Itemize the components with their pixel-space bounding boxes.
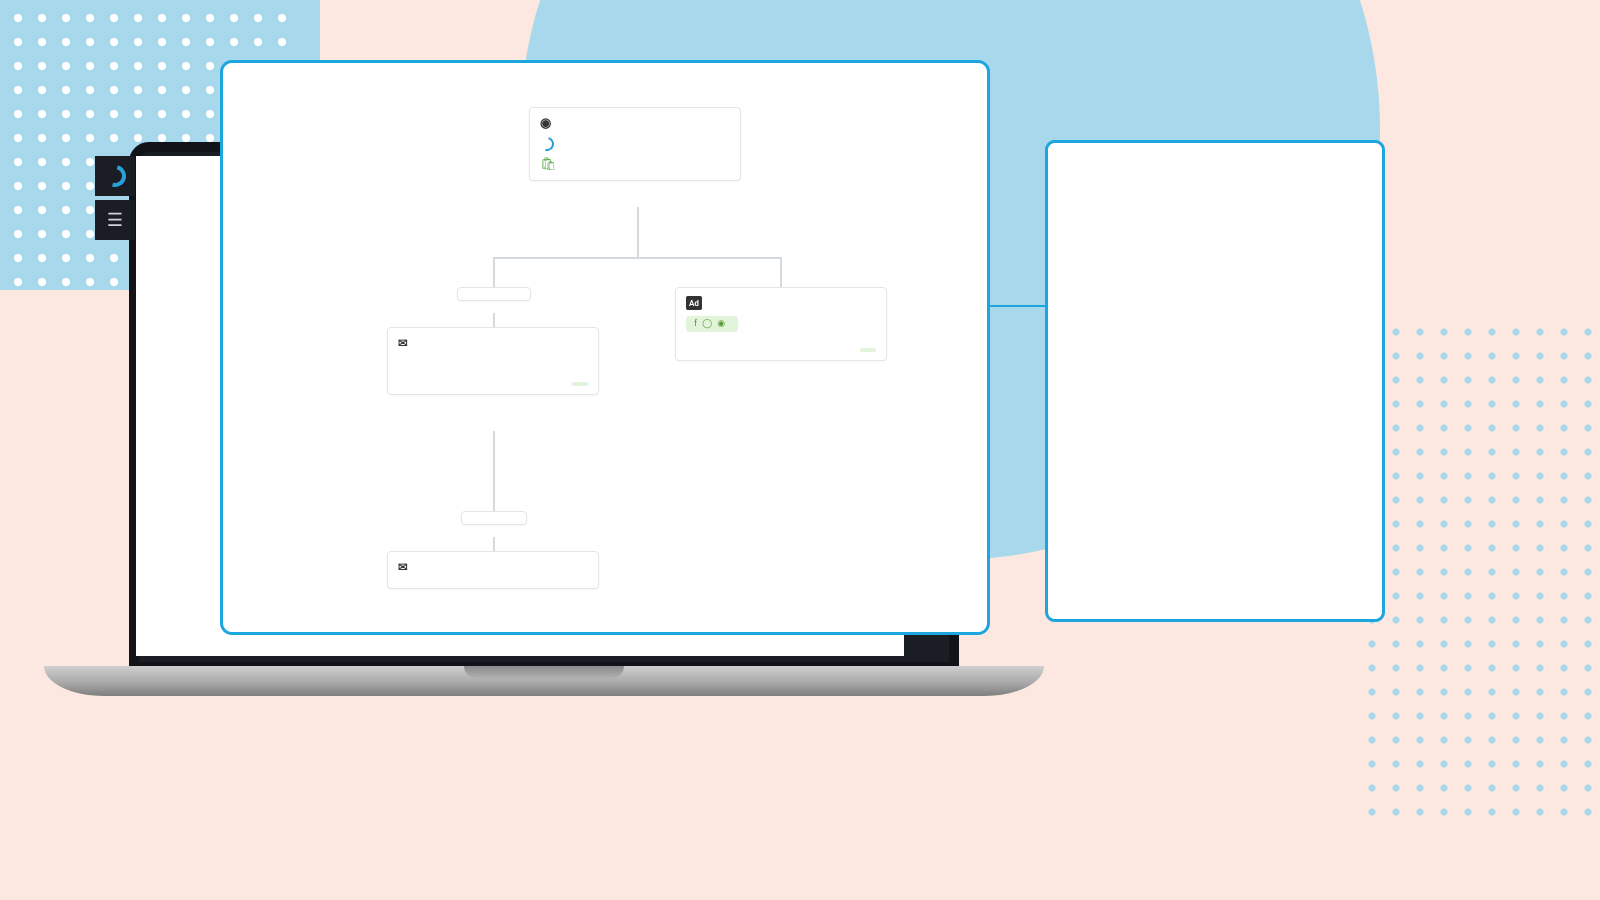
- shopify-icon: 🛍: [540, 157, 557, 172]
- wait-step-1[interactable]: [457, 287, 531, 301]
- email-card-2[interactable]: ✉: [387, 551, 599, 589]
- instagram-icon: ◯: [702, 319, 712, 329]
- laptop-notch: [464, 666, 624, 678]
- facebook-icon: f: [694, 319, 697, 329]
- dots-pattern-blue: [1360, 320, 1600, 820]
- flow-canvas: ◉ 🛍 ✉: [259, 107, 951, 627]
- ads-status-badge: [860, 348, 876, 352]
- flow-connector: [493, 257, 781, 259]
- info-panel: [1045, 140, 1385, 622]
- flow-connector: [637, 207, 639, 257]
- hamburger-menu-button[interactable]: ☰: [95, 200, 135, 240]
- hamburger-icon: ☰: [107, 210, 123, 231]
- target-icon: ◉: [717, 319, 725, 329]
- app-logo[interactable]: [95, 156, 135, 196]
- trigger-card[interactable]: ◉ 🛍: [529, 107, 741, 181]
- flow-connector: [493, 313, 495, 327]
- ad-icon: Ad: [686, 296, 702, 310]
- email1-status-badge: [572, 382, 588, 386]
- automation-modal: ◉ 🛍 ✉: [220, 60, 990, 635]
- swoosh-icon: [100, 161, 130, 191]
- ads-card[interactable]: Ad f ◯ ◉: [675, 287, 887, 361]
- flow-connector: [493, 537, 495, 551]
- wait-step-2[interactable]: [461, 511, 527, 525]
- user-icon: ◉: [540, 116, 551, 131]
- swoosh-icon: [537, 134, 556, 153]
- envelope-icon: ✉: [398, 336, 408, 350]
- flow-connector: [780, 257, 782, 287]
- panel-connector-line: [989, 305, 1047, 307]
- flow-connector: [493, 257, 495, 287]
- email-card-1[interactable]: ✉: [387, 327, 599, 395]
- envelope-icon: ✉: [398, 560, 408, 574]
- flow-connector: [493, 431, 495, 511]
- ads-channels-chip: f ◯ ◉: [686, 316, 738, 332]
